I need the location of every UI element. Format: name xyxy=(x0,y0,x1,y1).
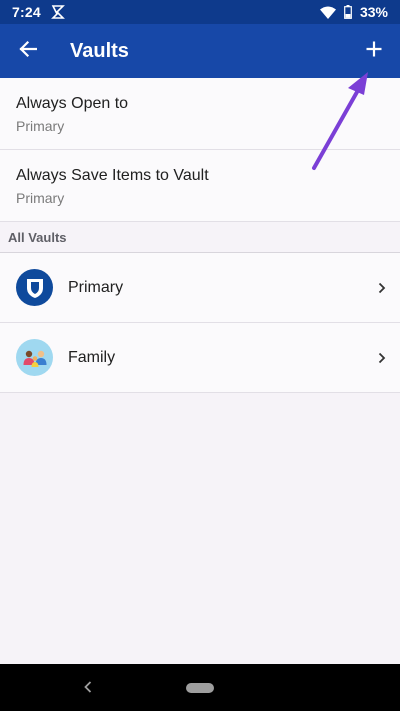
setting-label: Always Save Items to Vault xyxy=(16,167,209,184)
back-button[interactable] xyxy=(0,24,56,78)
vault-name: Primary xyxy=(68,278,124,296)
chevron-right-icon xyxy=(378,352,386,364)
section-header-all-vaults: All Vaults xyxy=(0,222,400,253)
status-bar: 7:24 33% xyxy=(0,0,400,24)
add-vault-button[interactable] xyxy=(348,24,400,78)
nav-back-icon[interactable] xyxy=(80,676,96,698)
setting-always-save-items[interactable]: Always Save Items to Vault Primary xyxy=(0,150,400,222)
plus-icon xyxy=(366,41,382,62)
vault-settings-content: Always Open to Primary Always Save Items… xyxy=(0,78,400,664)
vault-row-primary[interactable]: Primary xyxy=(0,253,400,323)
page-title: Vaults xyxy=(70,39,129,62)
primary-vault-icon xyxy=(16,269,53,306)
vault-name: Family xyxy=(68,348,116,366)
battery-icon xyxy=(344,5,352,19)
status-time: 7:24 xyxy=(12,4,41,20)
vault-row-family[interactable]: Family xyxy=(0,323,400,393)
chevron-right-icon xyxy=(378,282,386,294)
back-arrow-icon xyxy=(19,40,38,63)
system-nav-bar xyxy=(0,664,400,711)
family-vault-icon xyxy=(16,339,53,376)
setting-label: Always Open to xyxy=(16,95,129,112)
wifi-icon xyxy=(319,6,336,19)
setting-value: Primary xyxy=(16,190,65,206)
app-bar: Vaults xyxy=(0,24,400,78)
notification-icon xyxy=(50,5,65,19)
home-pill[interactable] xyxy=(186,682,214,693)
battery-percent: 33% xyxy=(359,4,388,20)
setting-value: Primary xyxy=(16,118,65,134)
setting-always-open-to[interactable]: Always Open to Primary xyxy=(0,78,400,150)
status-right: 33% xyxy=(319,4,388,20)
